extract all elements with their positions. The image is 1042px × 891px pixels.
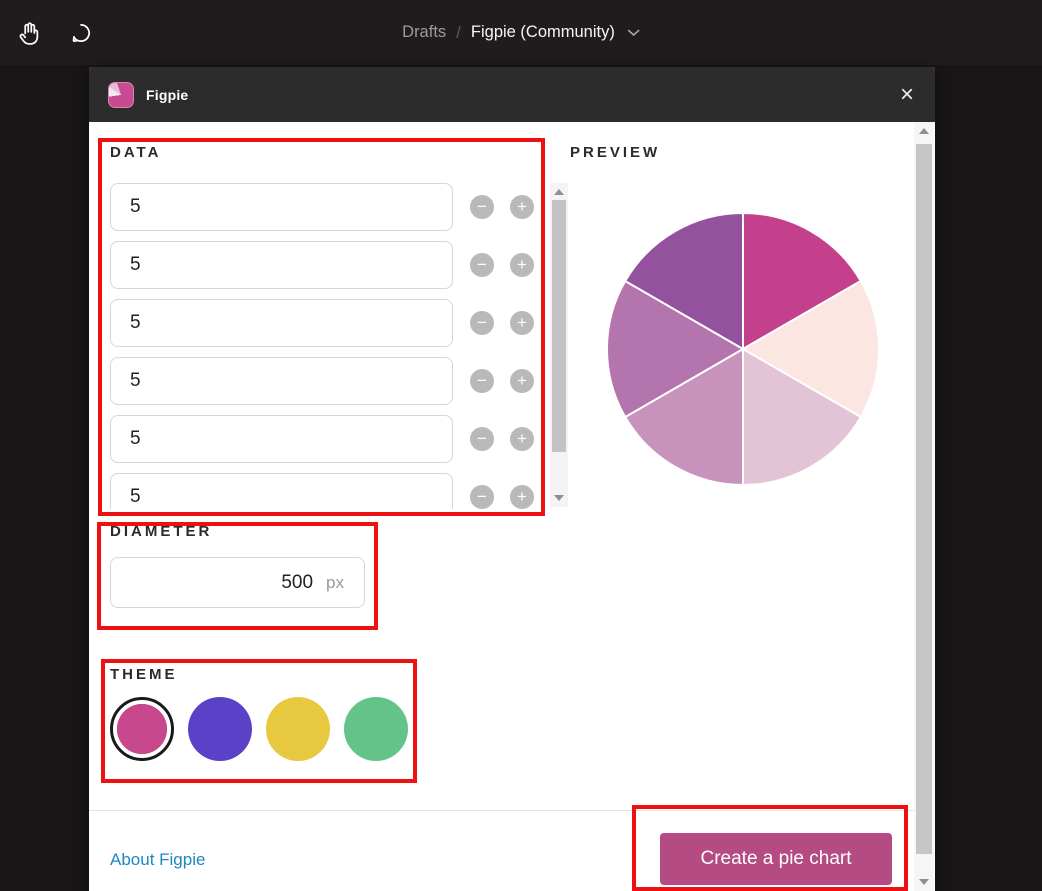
theme-section-label: THEME bbox=[110, 666, 178, 683]
theme-swatch-green[interactable] bbox=[344, 697, 408, 761]
diameter-input[interactable] bbox=[193, 572, 313, 594]
increment-button[interactable]: + bbox=[510, 311, 534, 335]
decrement-button[interactable]: − bbox=[470, 427, 494, 451]
theme-swatches bbox=[110, 697, 408, 761]
scroll-up-arrow[interactable] bbox=[919, 128, 929, 134]
pie-chart-svg bbox=[603, 209, 883, 489]
data-value-input[interactable] bbox=[110, 183, 453, 231]
data-row: −+ bbox=[110, 299, 548, 347]
increment-button[interactable]: + bbox=[510, 427, 534, 451]
decrement-button[interactable]: − bbox=[470, 485, 494, 509]
chevron-down-icon[interactable] bbox=[627, 29, 640, 37]
theme-swatch-yellow[interactable] bbox=[266, 697, 330, 761]
theme-swatch-purple[interactable] bbox=[188, 697, 252, 761]
scrollbar-thumb[interactable] bbox=[916, 144, 932, 854]
data-value-input[interactable] bbox=[110, 415, 453, 463]
hand-icon bbox=[16, 20, 42, 46]
footer-divider bbox=[89, 810, 935, 811]
data-value-input[interactable] bbox=[110, 299, 453, 347]
close-icon[interactable]: × bbox=[898, 83, 916, 107]
plugin-window-scrollbar[interactable] bbox=[914, 122, 934, 891]
data-row: −+ bbox=[110, 241, 548, 289]
data-row: −+ bbox=[110, 473, 548, 509]
data-value-input[interactable] bbox=[110, 241, 453, 289]
pie-chart-preview bbox=[603, 209, 883, 489]
breadcrumb-file-name[interactable]: Figpie (Community) bbox=[471, 23, 615, 42]
data-section-label: DATA bbox=[110, 144, 161, 161]
data-row: −+ bbox=[110, 183, 548, 231]
decrement-button[interactable]: − bbox=[470, 195, 494, 219]
figma-toolbar: Drafts / Figpie (Community) bbox=[0, 0, 1042, 65]
diameter-section-label: DIAMETER bbox=[110, 523, 212, 540]
hand-tool-button[interactable] bbox=[10, 14, 48, 52]
scroll-down-arrow[interactable] bbox=[919, 879, 929, 885]
figpie-app-icon bbox=[108, 82, 134, 108]
scroll-up-arrow[interactable] bbox=[554, 189, 564, 195]
create-pie-chart-button[interactable]: Create a pie chart bbox=[660, 833, 892, 885]
plugin-title: Figpie bbox=[146, 87, 188, 103]
data-value-input[interactable] bbox=[110, 473, 453, 509]
preview-section-label: PREVIEW bbox=[570, 144, 660, 161]
diameter-field: px bbox=[110, 557, 365, 608]
breadcrumb: Drafts / Figpie (Community) bbox=[402, 0, 640, 65]
data-row: −+ bbox=[110, 357, 548, 405]
data-rows: −+−+−+−+−+−+ bbox=[110, 183, 548, 509]
breadcrumb-drafts[interactable]: Drafts bbox=[402, 23, 446, 42]
data-list-scrollbar[interactable] bbox=[550, 183, 568, 507]
comment-icon bbox=[68, 20, 94, 46]
decrement-button[interactable]: − bbox=[470, 253, 494, 277]
increment-button[interactable]: + bbox=[510, 369, 534, 393]
scroll-down-arrow[interactable] bbox=[554, 495, 564, 501]
data-row: −+ bbox=[110, 415, 548, 463]
plugin-body: DATA −+−+−+−+−+−+ PREVIEW DIAMETER px TH… bbox=[89, 122, 935, 891]
data-value-input[interactable] bbox=[110, 357, 453, 405]
breadcrumb-separator: / bbox=[456, 23, 461, 43]
increment-button[interactable]: + bbox=[510, 485, 534, 509]
diameter-unit-label: px bbox=[326, 573, 344, 593]
decrement-button[interactable]: − bbox=[470, 369, 494, 393]
figpie-plugin-window: Figpie × DATA −+−+−+−+−+−+ PREVIEW DIAME… bbox=[89, 67, 935, 891]
comment-tool-button[interactable] bbox=[62, 14, 100, 52]
decrement-button[interactable]: − bbox=[470, 311, 494, 335]
theme-swatch-pink[interactable] bbox=[110, 697, 174, 761]
plugin-header: Figpie × bbox=[89, 67, 935, 122]
about-figpie-link[interactable]: About Figpie bbox=[110, 850, 205, 870]
increment-button[interactable]: + bbox=[510, 253, 534, 277]
scrollbar-thumb[interactable] bbox=[552, 200, 566, 452]
increment-button[interactable]: + bbox=[510, 195, 534, 219]
